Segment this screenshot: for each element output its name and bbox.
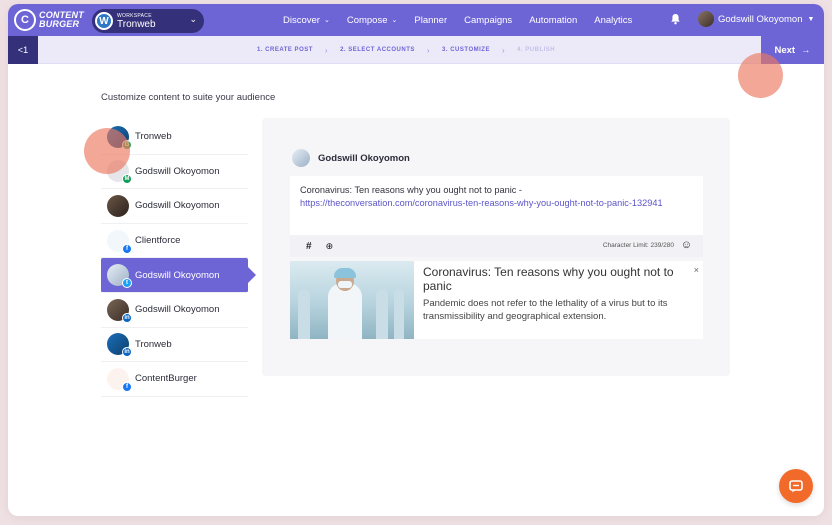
logo-mark-icon: C [14, 9, 36, 31]
top-nav: C CONTENT BURGER W WORKSPACE Tronweb ⌄ D… [8, 4, 824, 36]
click-indicator [84, 128, 130, 174]
chat-icon [789, 479, 803, 492]
preview-title: Coronavirus: Ten reasons why you ought n… [423, 265, 674, 293]
nav-analytics[interactable]: Analytics [594, 15, 632, 26]
linkedin-icon: in [122, 347, 132, 358]
account-item[interactable]: Godswill Okoyomon [101, 189, 248, 224]
click-indicator [738, 53, 783, 98]
avatar [292, 149, 310, 167]
step-create-post[interactable]: 1. CREATE POST [257, 47, 313, 53]
user-menu[interactable]: Godswill Okoyomon ▼ [698, 11, 814, 27]
character-limit: Character Limit: 239/280 [602, 242, 674, 249]
link-preview-card: Coronavirus: Ten reasons why you ought n… [290, 261, 703, 339]
post-text-editor[interactable]: Coronavirus: Ten reasons why you ought n… [290, 176, 703, 235]
nav-compose[interactable]: Compose ⌄ [347, 15, 398, 26]
wizard-steps: 1. CREATE POST › 2. SELECT ACCOUNTS › 3.… [257, 36, 555, 64]
target-icon[interactable]: ⊕ [326, 241, 334, 252]
twitter-icon: t [122, 278, 132, 289]
facebook-icon: f [122, 381, 132, 392]
post-author: Godswill Okoyomon [292, 149, 410, 167]
medium-icon: M [122, 174, 132, 185]
avatar: f [107, 367, 132, 392]
step-select-accounts[interactable]: 2. SELECT ACCOUNTS [340, 47, 415, 53]
account-item[interactable]: in Tronweb [101, 328, 248, 363]
nav-automation[interactable]: Automation [529, 15, 577, 26]
chat-button[interactable] [779, 469, 813, 503]
emoji-icon[interactable]: ☺ [681, 239, 692, 251]
back-button[interactable]: <1 [8, 36, 38, 64]
avatar: t [107, 264, 132, 289]
wizard-bar: <1 1. CREATE POST › 2. SELECT ACCOUNTS ›… [8, 36, 824, 64]
chevron-down-icon: ⌄ [189, 14, 197, 24]
chevron-right-icon: › [501, 45, 506, 55]
chevron-down-icon: ⌄ [323, 17, 330, 24]
account-item-selected[interactable]: t Godswill Okoyomon [101, 258, 256, 293]
account-item[interactable]: f Clientforce [101, 224, 248, 259]
preview-description: Pandemic does not refer to the lethality… [423, 298, 668, 322]
avatar: in [107, 333, 132, 358]
step-customize[interactable]: 3. CUSTOMIZE [442, 47, 490, 53]
logo-text: CONTENT BURGER [39, 10, 84, 29]
post-text: Coronavirus: Ten reasons why you ought n… [300, 185, 522, 195]
account-item[interactable]: f ContentBurger [101, 362, 248, 397]
account-item[interactable]: in Godswill Okoyomon [101, 293, 248, 328]
customize-panel: Godswill Okoyomon Coronavirus: Ten reaso… [262, 118, 730, 376]
avatar [698, 11, 714, 27]
nav-discover[interactable]: Discover ⌄ [283, 15, 330, 26]
avatar: f [107, 229, 132, 254]
nav-campaigns[interactable]: Campaigns [464, 15, 512, 26]
chevron-right-icon: › [324, 45, 329, 55]
linkedin-icon: in [122, 312, 132, 323]
preview-image [290, 261, 414, 339]
avatar: in [107, 298, 132, 323]
arrow-right-icon: → [801, 44, 811, 56]
caret-down-icon: ▼ [807, 15, 815, 23]
user-name: Godswill Okoyomon [718, 13, 803, 25]
workspace-switcher[interactable]: W WORKSPACE Tronweb ⌄ [92, 9, 204, 33]
nav-planner[interactable]: Planner [414, 15, 447, 26]
chevron-down-icon: ⌄ [391, 17, 398, 24]
editor-toolbar: # ⊕ Character Limit: 239/280 ☺ [290, 235, 703, 257]
avatar [107, 194, 129, 217]
close-icon[interactable]: × [694, 265, 699, 275]
brand-logo[interactable]: C CONTENT BURGER [14, 9, 84, 31]
hashtag-icon[interactable]: # [306, 241, 312, 252]
workspace-name: Tronweb [117, 18, 156, 30]
facebook-icon: f [122, 243, 132, 254]
post-link[interactable]: https://theconversation.com/coronavirus-… [300, 198, 663, 208]
chevron-right-icon: › [426, 45, 431, 55]
step-publish: 4. PUBLISH [517, 47, 556, 53]
page-subtitle: Customize content to suite your audience [101, 92, 276, 103]
app-window: C CONTENT BURGER W WORKSPACE Tronweb ⌄ D… [8, 4, 824, 516]
main-menu: Discover ⌄ Compose ⌄ Planner Campaigns Aut… [283, 4, 649, 36]
workspace-logo-icon: W [95, 12, 113, 30]
bell-icon[interactable] [670, 13, 681, 28]
